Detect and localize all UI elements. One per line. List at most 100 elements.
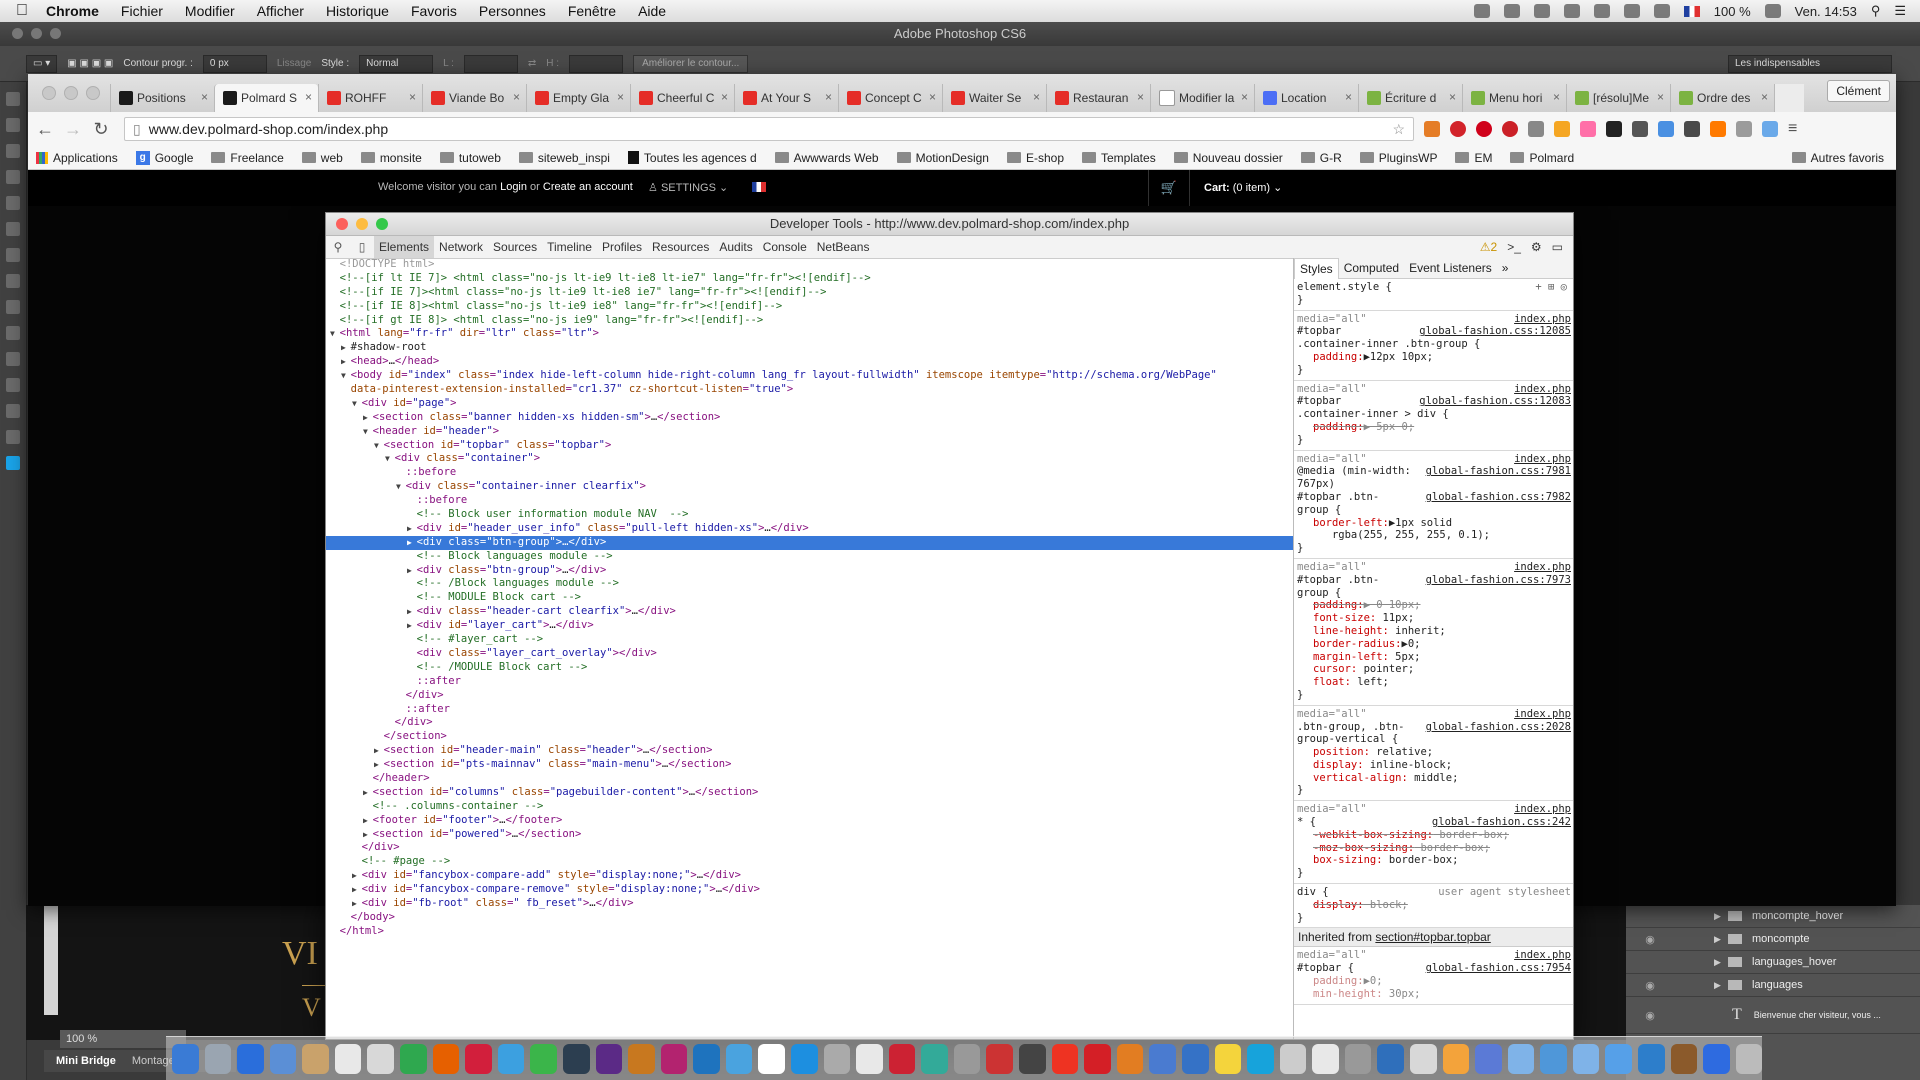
flag-fr-icon[interactable] xyxy=(1683,5,1700,17)
dom-node[interactable]: ::before xyxy=(326,494,1293,508)
css-rule[interactable]: media="all" index.php .btn-group, .btn-glo… xyxy=(1294,706,1573,802)
layer-row[interactable]: ▶ languages_hover xyxy=(1626,951,1920,974)
rule-source-link[interactable]: global-fashion.css:7982 xyxy=(1426,491,1571,504)
type-tool-icon[interactable] xyxy=(6,378,20,392)
bookmark-star-icon[interactable]: ☆ xyxy=(1392,121,1405,138)
bookmark-polmard[interactable]: Polmard xyxy=(1510,151,1574,165)
extension-icon[interactable] xyxy=(1658,121,1674,137)
dock-app-icon[interactable] xyxy=(888,1043,916,1074)
eraser-tool-icon[interactable] xyxy=(6,300,20,314)
dock-app-icon[interactable] xyxy=(921,1043,948,1074)
dom-node[interactable]: ▶ <div class="btn-group">…</div> xyxy=(326,535,1293,550)
dock-app-icon[interactable] xyxy=(1703,1043,1730,1074)
disclosure-triangle-icon[interactable] xyxy=(385,718,395,727)
login-link[interactable]: Login xyxy=(500,181,527,193)
dock-app-icon[interactable] xyxy=(660,1043,688,1074)
css-rule[interactable]: div {user agent stylesheet display: block… xyxy=(1294,884,1573,929)
dom-node[interactable]: ▼ <body id="index" class="index hide-lef… xyxy=(326,369,1293,383)
rule-source-link[interactable]: index.php xyxy=(1514,383,1571,396)
expand-triangle-icon[interactable]: ▶ xyxy=(1714,934,1728,945)
css-property[interactable]: cursor: pointer; xyxy=(1297,663,1571,676)
css-property[interactable]: box-sizing: border-box; xyxy=(1297,854,1571,867)
pen-tool-icon[interactable] xyxy=(6,352,20,366)
dock-app-icon[interactable] xyxy=(562,1043,590,1074)
adblock-icon[interactable] xyxy=(1476,121,1492,137)
disclosure-triangle-icon[interactable]: ▶ xyxy=(374,746,384,755)
airplay-icon[interactable] xyxy=(1593,4,1610,18)
eyedropper-tool-icon[interactable] xyxy=(6,222,20,236)
dock-app-icon[interactable] xyxy=(1214,1043,1242,1074)
menu-personnes[interactable]: Personnes xyxy=(479,3,546,19)
dom-node[interactable]: ▶ <head>…</head> xyxy=(326,355,1293,369)
css-property[interactable]: line-height: inherit; xyxy=(1297,625,1571,638)
dom-node[interactable]: ▼ <section id="topbar" class="topbar"> xyxy=(326,439,1293,453)
minimize-window-button[interactable] xyxy=(64,86,78,100)
lasso-tool-icon[interactable] xyxy=(6,144,20,158)
rule-source-link[interactable]: global-fashion.css:7973 xyxy=(1426,574,1571,587)
tab-close-icon[interactable]: × xyxy=(1137,90,1144,104)
dom-node[interactable]: </header> xyxy=(326,772,1293,786)
dock-app-icon[interactable] xyxy=(758,1043,785,1074)
disclosure-triangle-icon[interactable]: ▼ xyxy=(352,399,362,408)
cart-icon[interactable]: 🛒 xyxy=(1148,170,1190,206)
dom-node[interactable]: </div> xyxy=(326,841,1293,855)
browser-tab[interactable]: Polmard S × xyxy=(214,84,318,112)
ps-minimize-button[interactable] xyxy=(31,28,42,39)
css-property[interactable]: -moz-box-sizing: border-box; xyxy=(1297,842,1571,855)
browser-tab[interactable]: Écriture d × xyxy=(1358,84,1462,112)
expand-triangle-icon[interactable]: ▶ xyxy=(1714,957,1728,968)
bookmark-applications[interactable]: Applications xyxy=(36,151,118,165)
disclosure-triangle-icon[interactable] xyxy=(330,316,340,325)
color-swatch-icon[interactable] xyxy=(6,456,20,470)
layer-row[interactable]: ◉ ▶ moncompte xyxy=(1626,928,1920,951)
bookmark-g-r[interactable]: G-R xyxy=(1300,151,1342,165)
browser-tab[interactable]: Ordre des × xyxy=(1670,84,1774,112)
extension-icon[interactable] xyxy=(1632,121,1648,137)
style-tab-styles[interactable]: Styles xyxy=(1294,258,1339,279)
menu-fichier[interactable]: Fichier xyxy=(121,3,163,19)
extension-icon[interactable] xyxy=(1554,121,1570,137)
ps-ameliorer-button[interactable]: Améliorer le contour... xyxy=(633,54,749,73)
dom-node[interactable]: ▶ <div id="layer_cart">…</div> xyxy=(326,619,1293,633)
disclosure-triangle-icon[interactable] xyxy=(407,579,417,588)
marquee-tool-icon[interactable] xyxy=(6,118,20,132)
css-property[interactable]: rgba(255, 255, 255, 0.1); xyxy=(1297,529,1571,542)
rule-source-link[interactable]: index.php xyxy=(1514,453,1571,466)
close-button[interactable] xyxy=(336,218,348,230)
browser-tab[interactable]: Location × xyxy=(1254,84,1358,112)
panel-tab-network[interactable]: Network xyxy=(434,236,488,258)
browser-tab[interactable]: Positions × xyxy=(110,84,214,112)
dom-node[interactable]: ▶ <div id="fancybox-compare-remove" styl… xyxy=(326,883,1293,897)
pinterest-icon[interactable] xyxy=(1502,121,1518,137)
rule-source-link[interactable]: global-fashion.css:242 xyxy=(1432,816,1571,829)
bookmark-pluginswp[interactable]: PluginsWP xyxy=(1359,151,1437,165)
add-rule-icon[interactable]: + ⊞ ◎ xyxy=(1535,281,1567,293)
ps-workspace-select[interactable]: Les indispensables xyxy=(1728,54,1892,73)
layer-row[interactable]: ◉ T Bienvenue cher visiteur, vous ... xyxy=(1626,997,1920,1034)
dock-app-icon[interactable] xyxy=(1149,1043,1176,1074)
ps-close-button[interactable] xyxy=(12,28,23,39)
tab-mini-bridge[interactable]: Mini Bridge xyxy=(56,1055,116,1067)
browser-tab[interactable]: Empty Gla × xyxy=(526,84,630,112)
dom-node[interactable]: ▼ <div class="container"> xyxy=(326,452,1293,466)
rule-source-link[interactable]: global-fashion.css:2028 xyxy=(1426,721,1571,734)
tab-close-icon[interactable]: × xyxy=(305,90,312,104)
rule-source-link[interactable]: global-fashion.css:12083 xyxy=(1419,395,1571,408)
disclosure-triangle-icon[interactable]: ▶ xyxy=(363,830,373,839)
ps-contour-input[interactable]: 0 px xyxy=(202,54,267,73)
panel-tab-profiles[interactable]: Profiles xyxy=(597,236,647,258)
menu-app-name[interactable]: Chrome xyxy=(46,3,99,19)
tray-icon[interactable] xyxy=(1473,4,1490,18)
css-property[interactable]: min-height: 30px; xyxy=(1297,988,1571,1001)
dom-node[interactable]: </body> xyxy=(326,911,1293,925)
tab-close-icon[interactable]: × xyxy=(1449,90,1456,104)
dock-app-icon[interactable] xyxy=(237,1043,264,1074)
dom-node[interactable]: <!DOCTYPE html> xyxy=(326,258,1293,272)
create-account-link[interactable]: Create an account xyxy=(543,181,633,193)
disclosure-triangle-icon[interactable] xyxy=(407,552,417,561)
dock-app-icon[interactable] xyxy=(1735,1043,1763,1074)
menu-fenetre[interactable]: Fenêtre xyxy=(568,3,616,19)
tab-close-icon[interactable]: × xyxy=(1657,90,1664,104)
disclosure-triangle-icon[interactable] xyxy=(407,635,417,644)
ps-style-select[interactable]: Normal xyxy=(359,54,434,73)
